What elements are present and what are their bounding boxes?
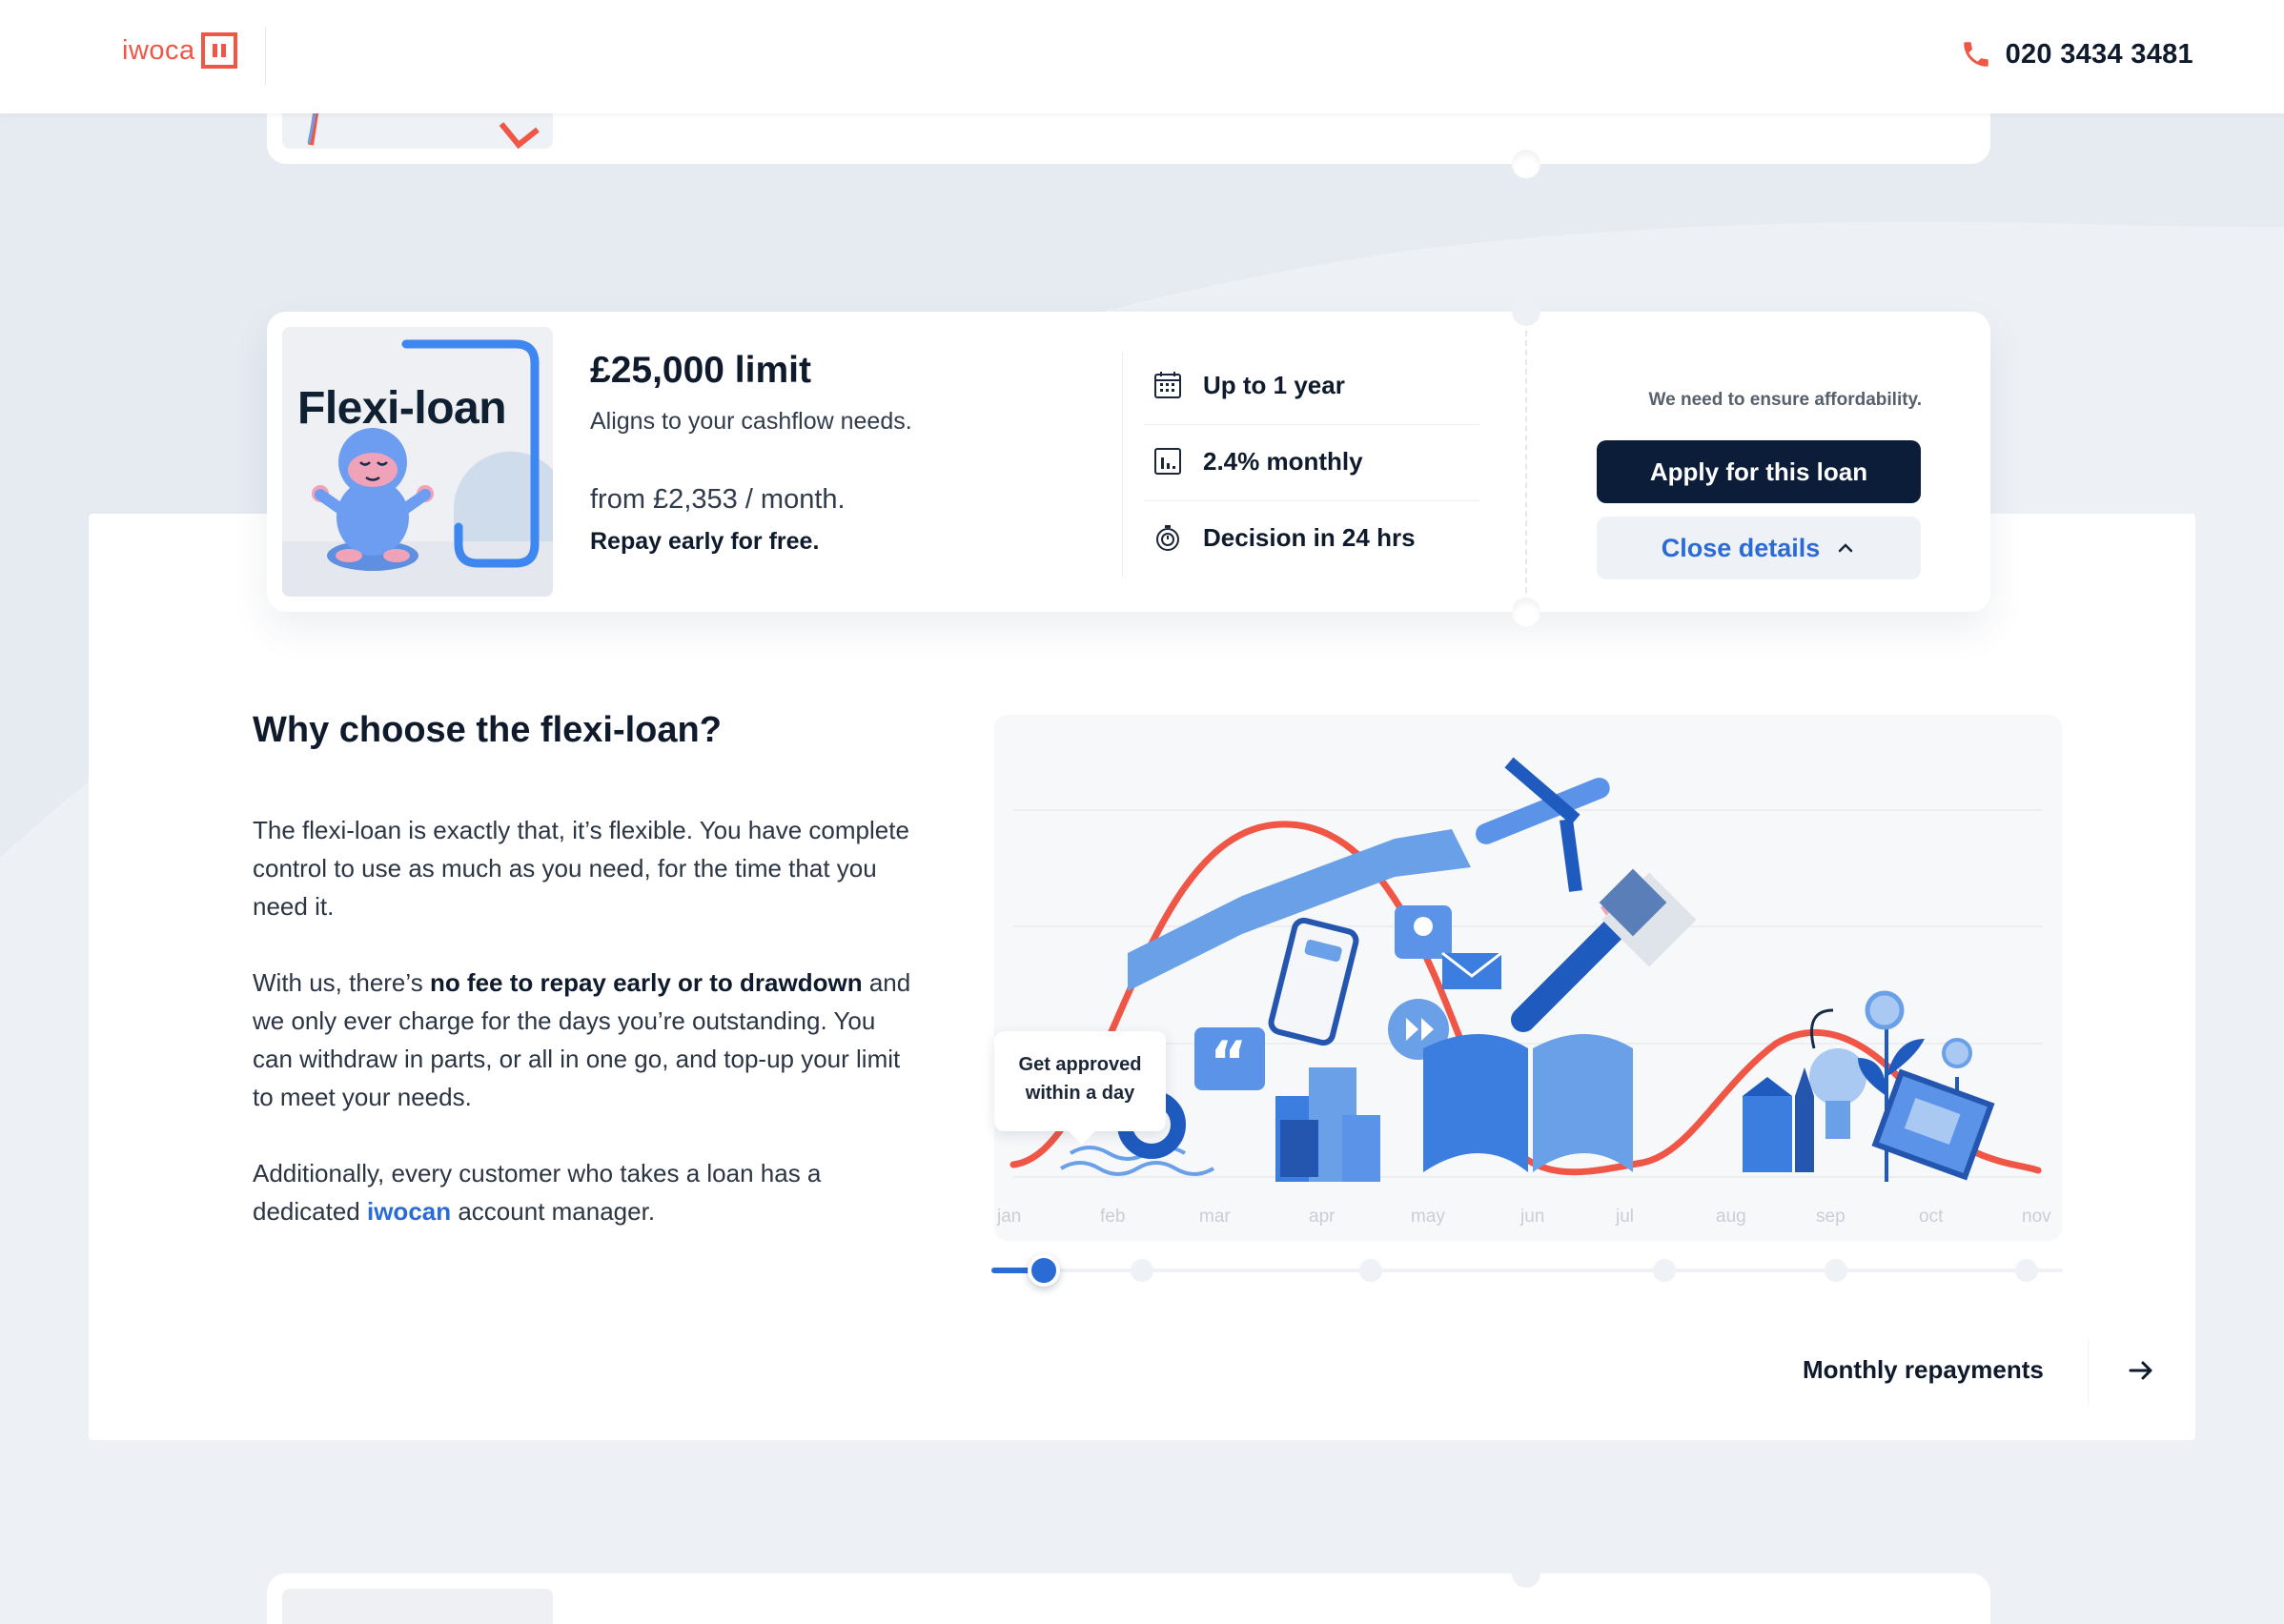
next-loan-thumbnail — [282, 1589, 553, 1624]
slider-step[interactable] — [2015, 1259, 2038, 1282]
phone-contact[interactable]: 020 3434 3481 — [1960, 38, 2193, 71]
apply-for-loan-button[interactable]: Apply for this loan — [1597, 440, 1921, 503]
phone-icon — [1963, 42, 1988, 67]
month-label: jul — [1616, 1207, 1635, 1227]
monthly-price: from £2,353 / month. — [590, 484, 846, 515]
why-paragraph-3: Additionally, every customer who takes a… — [253, 1154, 920, 1230]
iwocan-link[interactable]: iwocan — [367, 1197, 451, 1226]
logo-text: iwoca — [122, 34, 195, 66]
month-label: aug — [1716, 1207, 1746, 1227]
chart-illustration: “ — [1009, 757, 2043, 1182]
calendar-icon — [1152, 369, 1184, 401]
card-dashed-divider — [1525, 331, 1527, 593]
feature-label: 2.4% monthly — [1203, 446, 1363, 476]
monthly-repayments-link[interactable]: Monthly repayments — [1803, 1355, 2044, 1385]
close-details-label: Close details — [1661, 533, 1821, 562]
card-notch-top — [1512, 297, 1540, 326]
month-label: feb — [1100, 1207, 1126, 1227]
month-label: jun — [1520, 1207, 1545, 1227]
feature-term: Up to 1 year — [1152, 369, 1345, 401]
tooltip-line-2: within a day — [1025, 1083, 1135, 1104]
para2-text: With us, there’s — [253, 968, 430, 997]
approval-tooltip: Get approved within a day — [994, 1031, 1166, 1145]
month-label: nov — [2022, 1207, 2051, 1227]
why-paragraph-2: With us, there’s no fee to repay early o… — [253, 964, 920, 1116]
timeline-slider[interactable] — [991, 1248, 2063, 1292]
para2-highlight: no fee to repay early or to drawdown — [429, 968, 863, 997]
slider-step[interactable] — [1359, 1259, 1382, 1282]
feature-decision: Decision in 24 hrs — [1152, 521, 1416, 554]
para3-text-end: account manager. — [451, 1197, 656, 1226]
tooltip-line-1: Get approved — [1018, 1054, 1142, 1075]
slider-step[interactable] — [1653, 1259, 1676, 1282]
site-header: iwoca 020 3434 3481 — [0, 0, 2284, 113]
arrow-right-icon — [2129, 1361, 2152, 1380]
phone-number: 020 3434 3481 — [2005, 38, 2193, 70]
feature-rate: 2.4% monthly — [1152, 445, 1363, 477]
slider-handle[interactable] — [1028, 1254, 1060, 1287]
chevron-up-icon — [1839, 543, 1853, 553]
card-notch-bottom — [1512, 598, 1540, 626]
month-label: apr — [1309, 1207, 1336, 1227]
flexi-loan-thumbnail: Flexi-loan — [282, 327, 553, 597]
month-label: may — [1411, 1207, 1445, 1227]
month-label: mar — [1199, 1207, 1231, 1227]
nav-separator — [2088, 1339, 2089, 1406]
affordability-note: We need to ensure affordability. — [1648, 390, 1922, 410]
feature-label: Up to 1 year — [1203, 370, 1345, 399]
thumbnail-title: Flexi-loan — [297, 383, 507, 434]
chart-icon — [1152, 445, 1184, 477]
svg-text:“: “ — [1210, 1029, 1247, 1096]
loan-limit: £25,000 limit — [590, 350, 811, 391]
card-notch — [1512, 1559, 1540, 1588]
why-paragraph-1: The flexi-loan is exactly that, it’s fle… — [253, 816, 909, 921]
why-heading: Why choose the flexi-loan? — [253, 710, 722, 750]
month-label: sep — [1816, 1207, 1846, 1227]
month-label: oct — [1919, 1207, 1944, 1227]
feature-label: Decision in 24 hrs — [1203, 522, 1416, 552]
flexi-loan-card: Flexi-loan £25,000 limit Aligns to your … — [267, 297, 1990, 626]
card-notch — [1512, 150, 1540, 178]
feature-separator — [1144, 500, 1479, 501]
next-loan-card — [267, 1559, 1990, 1624]
features-divider — [1122, 352, 1123, 577]
loan-tagline: Aligns to your cashflow needs. — [590, 408, 912, 435]
repay-note: Repay early for free. — [590, 528, 820, 555]
iwoca-logo[interactable]: iwoca — [122, 32, 237, 69]
close-details-button[interactable]: Close details — [1597, 517, 1921, 579]
slider-step[interactable] — [1825, 1259, 1847, 1282]
logo-mark-icon — [200, 32, 237, 69]
header-divider — [265, 27, 266, 86]
slider-step[interactable] — [1131, 1259, 1153, 1282]
flexi-loan-illustration — [282, 327, 553, 597]
month-label: jan — [997, 1207, 1022, 1227]
flexi-loan-illustration-chart: “ jan feb mar apr may jun jul aug sep oc… — [994, 715, 2062, 1241]
next-arrow-button[interactable] — [2122, 1351, 2160, 1390]
stopwatch-icon — [1152, 521, 1184, 554]
feature-separator — [1144, 424, 1479, 425]
